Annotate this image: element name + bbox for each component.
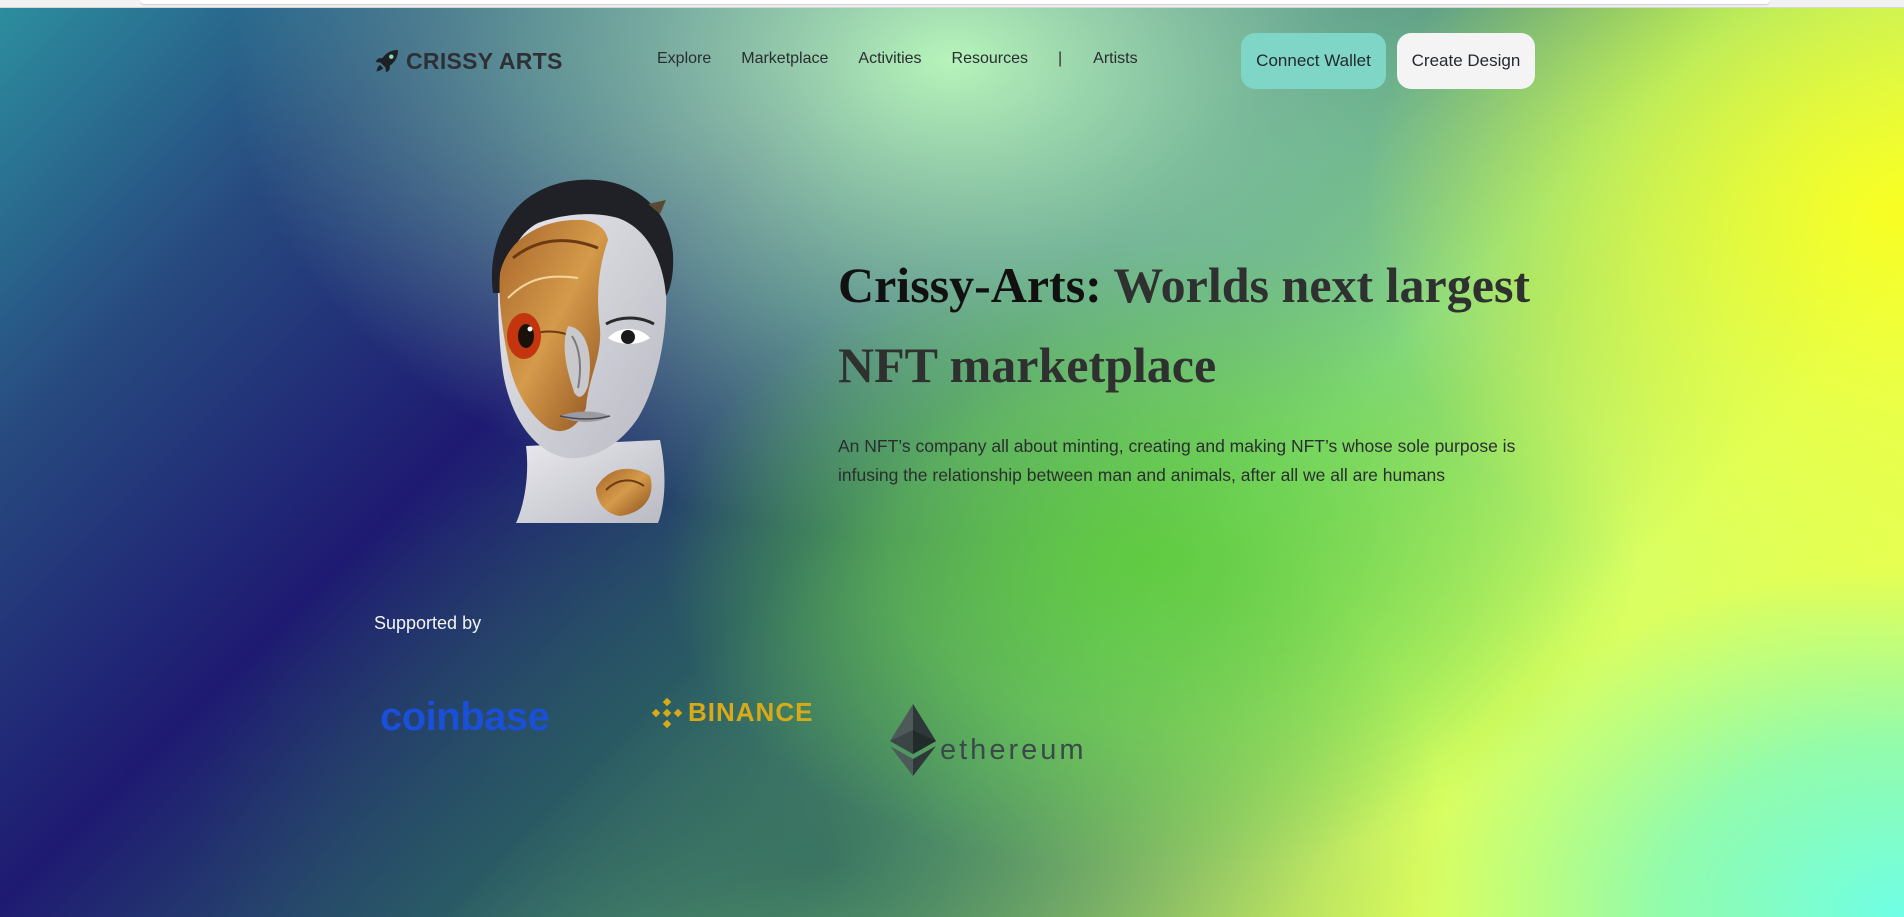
brand-name: CRISSY ARTS bbox=[406, 47, 563, 74]
supported-by-label: Supported by bbox=[374, 613, 482, 633]
site-header: CRISSY ARTS Explore Marketplace Activiti… bbox=[0, 30, 1904, 92]
ethereum-wordmark: ethereum bbox=[940, 733, 1087, 766]
main-nav: Explore Marketplace Activities Resources… bbox=[657, 50, 1168, 68]
rocket-icon bbox=[375, 50, 398, 73]
partner-logo-coinbase: coinbase bbox=[380, 695, 550, 740]
binance-diamond-icon bbox=[652, 697, 682, 728]
coinbase-wordmark: coinbase bbox=[380, 695, 550, 739]
nav-item-explore[interactable]: Explore bbox=[657, 50, 711, 68]
create-design-button[interactable]: Create Design bbox=[1397, 33, 1535, 89]
hero-title: Crissy-Arts: Worlds next largest NFT mar… bbox=[838, 245, 1558, 405]
hero-description: An NFT’s company all about minting, crea… bbox=[838, 436, 1516, 485]
partner-logo-binance: BINANCE bbox=[652, 697, 813, 728]
nav-item-activities[interactable]: Activities bbox=[858, 50, 921, 68]
binance-wordmark: BINANCE bbox=[688, 697, 814, 727]
brand-logo[interactable]: CRISSY ARTS bbox=[374, 44, 563, 78]
address-bar-edge bbox=[140, 0, 1770, 4]
hero-artwork-image bbox=[491, 179, 674, 523]
nav-item-marketplace[interactable]: Marketplace bbox=[741, 50, 828, 68]
nav-item-resources[interactable]: Resources bbox=[952, 50, 1028, 68]
nav-separator: | bbox=[1058, 50, 1063, 67]
ethereum-diamond-icon bbox=[890, 704, 936, 776]
connect-wallet-button[interactable]: Connect Wallet bbox=[1241, 33, 1386, 89]
nav-item-artists[interactable]: Artists bbox=[1093, 50, 1137, 68]
browser-top-strip bbox=[0, 0, 1904, 8]
partner-logo-ethereum: ethereum bbox=[890, 704, 1087, 776]
hero-title-brand: Crissy-Arts: bbox=[838, 257, 1102, 313]
